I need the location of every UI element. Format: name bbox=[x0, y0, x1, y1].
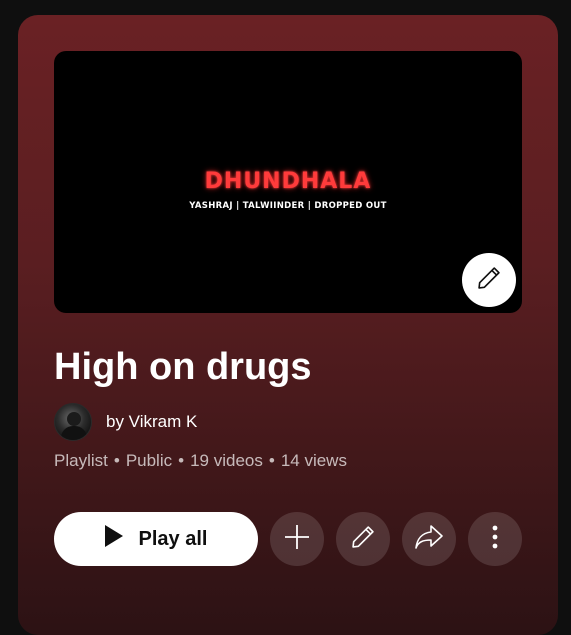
edit-thumbnail-button[interactable] bbox=[462, 253, 516, 307]
edit-playlist-button[interactable] bbox=[336, 512, 390, 566]
share-icon bbox=[414, 524, 444, 555]
view-count: 14 views bbox=[280, 451, 347, 470]
pencil-icon bbox=[475, 264, 503, 297]
pencil-icon bbox=[349, 523, 377, 556]
play-all-label: Play all bbox=[138, 527, 208, 550]
video-count: 19 videos bbox=[190, 451, 263, 470]
playlist-thumbnail[interactable]: DHUNDHALA YASHRAJ | TALWIINDER | DROPPED… bbox=[54, 51, 522, 313]
playlist-metadata: Playlist • Public • 19 videos • 14 views bbox=[54, 451, 347, 471]
separator: • bbox=[178, 451, 185, 470]
more-options-button[interactable] bbox=[468, 512, 522, 566]
share-button[interactable] bbox=[402, 512, 456, 566]
add-to-playlist-button[interactable] bbox=[270, 512, 324, 566]
separator: • bbox=[113, 451, 120, 470]
thumbnail-title: DHUNDHALA bbox=[204, 169, 372, 194]
playlist-type: Playlist bbox=[54, 451, 108, 470]
privacy-status[interactable]: Public bbox=[126, 451, 172, 470]
thumbnail-subtitle: YASHRAJ | TALWIINDER | DROPPED OUT bbox=[189, 201, 387, 211]
playlist-title: High on drugs bbox=[54, 346, 312, 388]
play-icon bbox=[104, 525, 123, 553]
plus-icon bbox=[283, 523, 311, 556]
action-bar: Play all bbox=[54, 512, 522, 566]
playlist-header-panel: DHUNDHALA YASHRAJ | TALWIINDER | DROPPED… bbox=[18, 15, 558, 635]
owner-row: by Vikram K bbox=[54, 403, 197, 441]
more-vertical-icon bbox=[492, 525, 498, 554]
separator: • bbox=[268, 451, 275, 470]
play-all-button[interactable]: Play all bbox=[54, 512, 258, 566]
avatar[interactable] bbox=[54, 403, 92, 441]
owner-name[interactable]: by Vikram K bbox=[106, 412, 197, 432]
